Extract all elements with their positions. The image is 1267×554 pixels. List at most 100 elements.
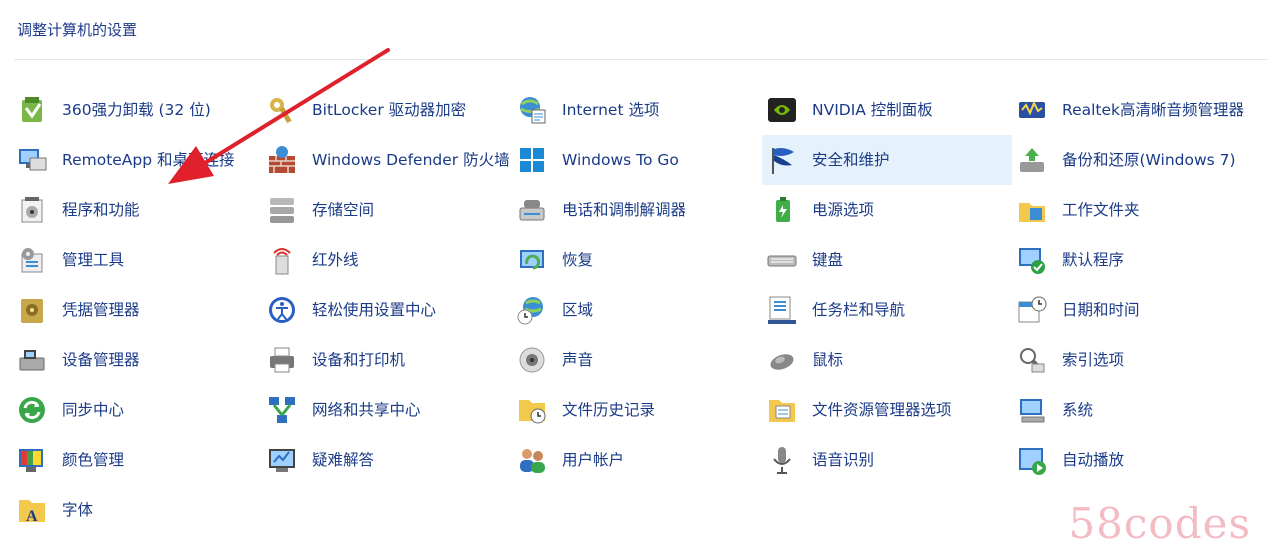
control-panel-item-label: 备份和还原(Windows 7)	[1062, 150, 1236, 169]
control-panel-item[interactable]: 工作文件夹	[1012, 185, 1267, 235]
control-panel-item[interactable]: Windows Defender 防火墙	[262, 135, 512, 185]
storage-spaces-icon	[266, 194, 298, 226]
control-panel-item[interactable]: 电话和调制解调器	[512, 185, 762, 235]
control-panel-item[interactable]: 声音	[512, 335, 762, 385]
control-panel-item[interactable]: 任务栏和导航	[762, 285, 1012, 335]
firewall-icon	[266, 144, 298, 176]
control-panel-item-label: 360强力卸载 (32 位)	[62, 100, 211, 119]
control-panel-item-label: NVIDIA 控制面板	[812, 100, 933, 119]
control-panel-grid: 360强力卸载 (32 位) BitLocker 驱动器加密 Internet 选项…	[12, 85, 1267, 545]
control-panel-item[interactable]: 360强力卸载 (32 位)	[12, 85, 262, 135]
control-panel-item[interactable]: 存储空间	[262, 185, 512, 235]
control-panel-item[interactable]: 备份和还原(Windows 7)	[1012, 135, 1267, 185]
control-panel-item-label: 管理工具	[62, 250, 125, 269]
control-panel-item[interactable]: RemoteApp 和桌面连接	[12, 135, 262, 185]
control-panel-item[interactable]: Internet 选项	[512, 85, 762, 135]
control-panel-item[interactable]: 设备和打印机	[262, 335, 512, 385]
control-panel-item-label: 文件历史记录	[562, 400, 656, 419]
control-panel-item[interactable]: 程序和功能	[12, 185, 262, 235]
control-panel-item-label: 设备和打印机	[312, 350, 406, 369]
color-management-icon	[16, 444, 48, 476]
control-panel-item[interactable]: 同步中心	[12, 385, 262, 435]
nvidia-icon	[766, 94, 798, 126]
control-panel-item-label: 区域	[562, 300, 594, 319]
control-panel-item-label: 语音识别	[812, 450, 875, 469]
control-panel-item[interactable]: Realtek高清晰音频管理器	[1012, 85, 1267, 135]
phone-modem-icon	[516, 194, 548, 226]
control-panel-item-label: 网络和共享中心	[312, 400, 421, 419]
control-panel-item-label: 字体	[62, 500, 94, 519]
uninstaller-icon	[16, 94, 48, 126]
control-panel-item[interactable]: 设备管理器	[12, 335, 262, 385]
control-panel-item[interactable]: 安全和维护	[762, 135, 1012, 185]
control-panel-item-label: 电话和调制解调器	[562, 200, 687, 219]
default-programs-icon	[1016, 244, 1048, 276]
ease-of-access-icon	[266, 294, 298, 326]
control-panel-item[interactable]: 文件资源管理器选项	[762, 385, 1012, 435]
control-panel-item[interactable]: 凭据管理器	[12, 285, 262, 335]
control-panel-item-label: 用户帐户	[562, 450, 625, 469]
troubleshooting-icon	[266, 444, 298, 476]
credential-manager-icon	[16, 294, 48, 326]
region-icon	[516, 294, 548, 326]
security-flag-icon	[766, 144, 798, 176]
svg-text:A: A	[26, 508, 38, 525]
control-panel-item[interactable]: 颜色管理	[12, 435, 262, 485]
control-panel-item-label: 鼠标	[812, 350, 844, 369]
control-panel-item[interactable]: 轻松使用设置中心	[262, 285, 512, 335]
control-panel-item-label: 工作文件夹	[1062, 200, 1140, 219]
admin-tools-icon	[16, 244, 48, 276]
control-panel-item[interactable]: 自动播放	[1012, 435, 1267, 485]
keyboard-icon	[766, 244, 798, 276]
device-manager-icon	[16, 344, 48, 376]
control-panel-item[interactable]: 红外线	[262, 235, 512, 285]
date-time-icon	[1016, 294, 1048, 326]
control-panel-item[interactable]: 管理工具	[12, 235, 262, 285]
control-panel-item-label: 凭据管理器	[62, 300, 140, 319]
system-icon	[1016, 394, 1048, 426]
control-panel-item-label: 设备管理器	[62, 350, 140, 369]
control-panel-item[interactable]: 日期和时间	[1012, 285, 1267, 335]
control-panel-item[interactable]: 默认程序	[1012, 235, 1267, 285]
bitlocker-key-icon	[266, 94, 298, 126]
control-panel-item[interactable]: 区域	[512, 285, 762, 335]
windows-to-go-icon	[516, 144, 548, 176]
work-folders-icon	[1016, 194, 1048, 226]
control-panel-item[interactable]: Windows To Go	[512, 135, 762, 185]
control-panel-item-label: Internet 选项	[562, 100, 660, 119]
control-panel-item[interactable]: 恢复	[512, 235, 762, 285]
control-panel-item[interactable]: 系统	[1012, 385, 1267, 435]
mouse-icon	[766, 344, 798, 376]
control-panel-item[interactable]: 用户帐户	[512, 435, 762, 485]
control-panel-item[interactable]: 键盘	[762, 235, 1012, 285]
explorer-options-icon	[766, 394, 798, 426]
control-panel-item-label: 红外线	[312, 250, 359, 269]
control-panel-item-label: 恢复	[562, 250, 594, 269]
control-panel-item-label: 文件资源管理器选项	[812, 400, 952, 419]
control-panel-item[interactable]: 鼠标	[762, 335, 1012, 385]
control-panel-item[interactable]: A 字体	[12, 485, 262, 535]
control-panel-item[interactable]: 电源选项	[762, 185, 1012, 235]
printer-icon	[266, 344, 298, 376]
remoteapp-icon	[16, 144, 48, 176]
control-panel-item[interactable]: 语音识别	[762, 435, 1012, 485]
control-panel-item-label: 日期和时间	[1062, 300, 1140, 319]
control-panel-item[interactable]: 文件历史记录	[512, 385, 762, 435]
control-panel-item[interactable]: BitLocker 驱动器加密	[262, 85, 512, 135]
control-panel-item-label: 索引选项	[1062, 350, 1125, 369]
backup-restore-icon	[1016, 144, 1048, 176]
control-panel-item[interactable]: NVIDIA 控制面板	[762, 85, 1012, 135]
control-panel-item[interactable]: 网络和共享中心	[262, 385, 512, 435]
control-panel-item[interactable]: 索引选项	[1012, 335, 1267, 385]
file-history-icon	[516, 394, 548, 426]
microphone-icon	[766, 444, 798, 476]
control-panel-item[interactable]: 疑难解答	[262, 435, 512, 485]
control-panel-item-label: 声音	[562, 350, 594, 369]
control-panel-item-label: Windows Defender 防火墙	[312, 150, 510, 169]
watermark: 58codes	[1068, 499, 1251, 548]
control-panel-item-label: 同步中心	[62, 400, 125, 419]
sound-icon	[516, 344, 548, 376]
control-panel-item-label: 系统	[1062, 400, 1094, 419]
programs-features-icon	[16, 194, 48, 226]
control-panel-item-label: 安全和维护	[812, 150, 890, 169]
